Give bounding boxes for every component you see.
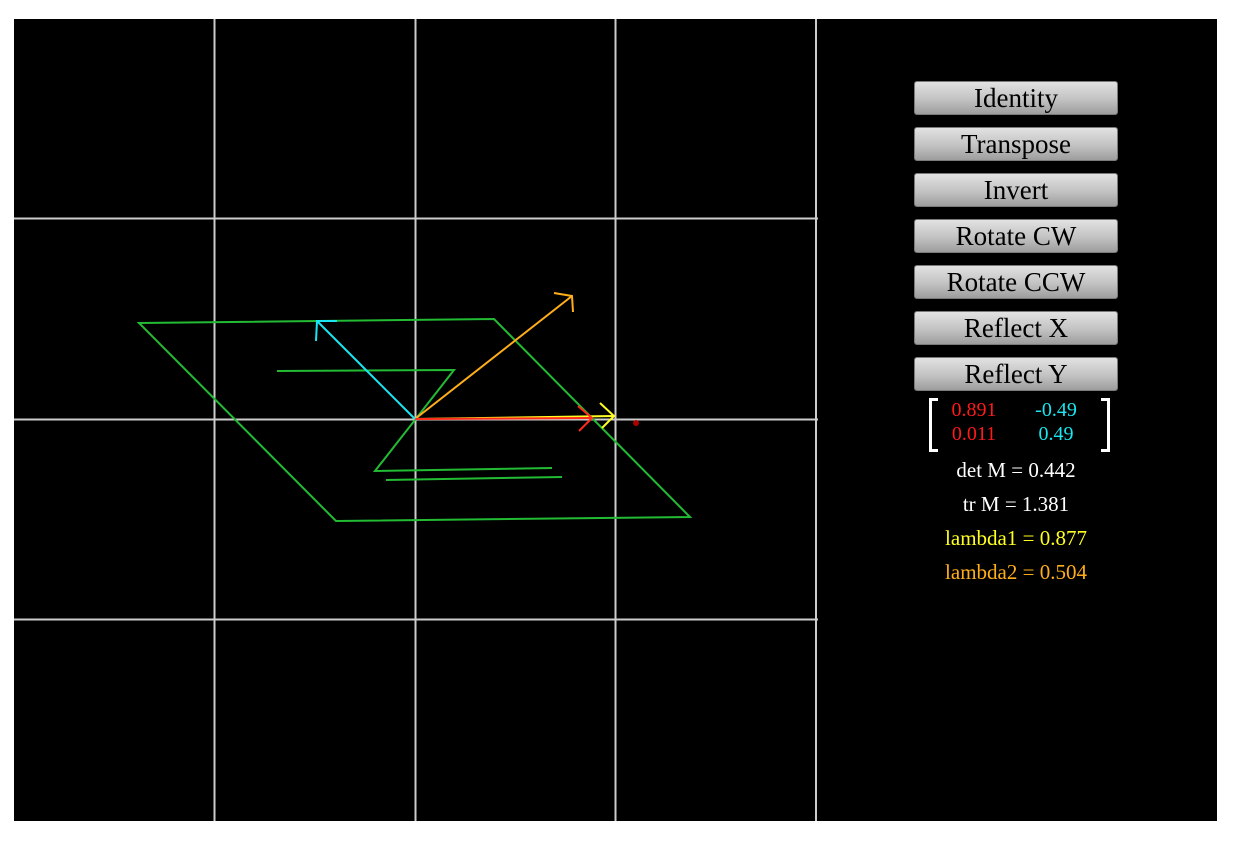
lambda1-readout: lambda1 = 0.877 [945, 526, 1087, 550]
drag-handle[interactable] [633, 420, 639, 426]
matrix-entry-m11[interactable]: 0.891 [939, 399, 1009, 421]
matrix-display: 0.891 -0.49 0.011 0.49 [914, 395, 1118, 453]
reflect-y-button[interactable]: Reflect Y [914, 357, 1118, 391]
matrix-entry-m12[interactable]: -0.49 [1021, 399, 1091, 421]
matrix-entry-m21[interactable]: 0.011 [939, 423, 1009, 445]
determinant-readout: det M = 0.442 [956, 458, 1076, 482]
matrix-right-bracket [1101, 398, 1110, 452]
reflect-x-button[interactable]: Reflect X [914, 311, 1118, 345]
rotate-cw-button[interactable]: Rotate CW [914, 219, 1118, 253]
vectors [315, 292, 639, 432]
eigenvector-2-arrow [414, 292, 574, 420]
transformed-underline [385, 476, 563, 481]
basis-x-arrow [414, 405, 594, 432]
matrix-entry-m22[interactable]: 0.49 [1021, 423, 1091, 445]
eigenvector-1-arrow [414, 402, 616, 429]
trace-readout: tr M = 1.381 [962, 492, 1070, 516]
transpose-button[interactable]: Transpose [914, 127, 1118, 161]
control-panel: Identity Transpose Invert Rotate CW Rota… [914, 81, 1118, 589]
identity-button[interactable]: Identity [914, 81, 1118, 115]
matrix-left-bracket [929, 398, 938, 452]
matrix-transform-app: Identity Transpose Invert Rotate CW Rota… [14, 19, 1217, 821]
transformation-canvas[interactable] [14, 19, 818, 821]
invert-button[interactable]: Invert [914, 173, 1118, 207]
lambda2-readout: lambda2 = 0.504 [945, 560, 1087, 584]
rotate-ccw-button[interactable]: Rotate CCW [914, 265, 1118, 299]
